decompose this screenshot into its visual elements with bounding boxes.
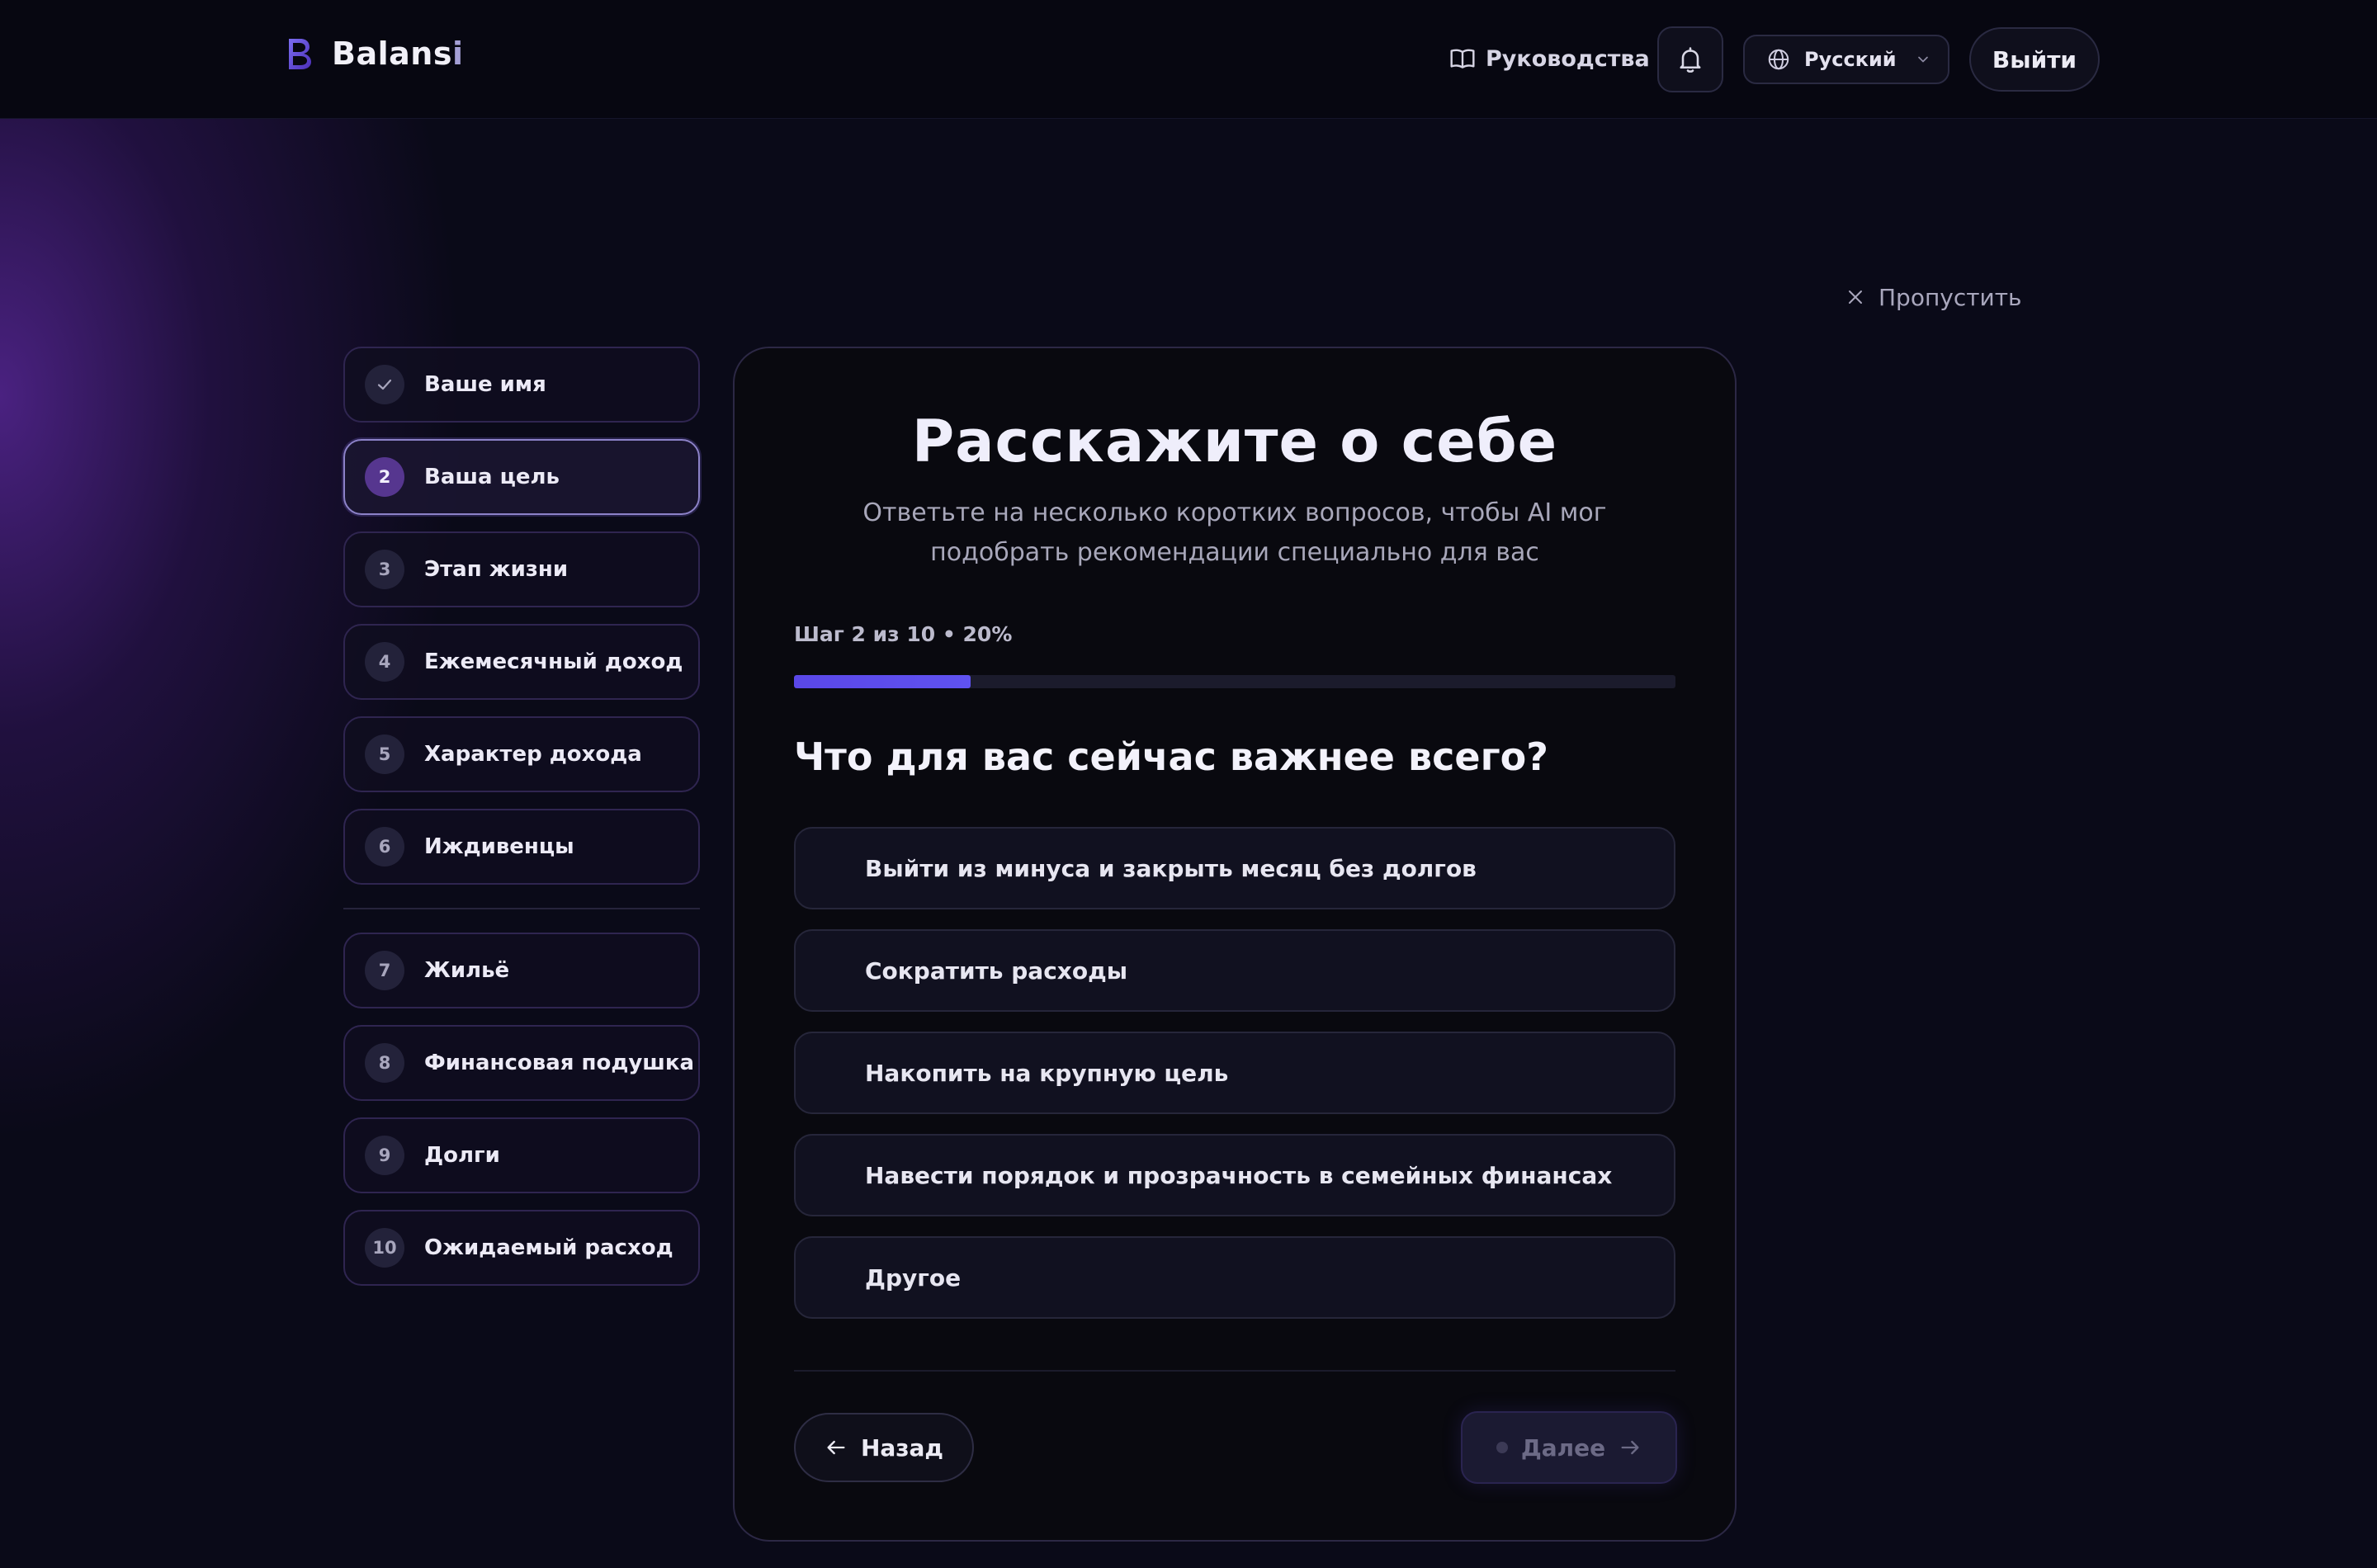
step-item-life-stage[interactable]: 3 Этап жизни xyxy=(343,531,700,607)
step-item-debts[interactable]: 9 Долги xyxy=(343,1117,700,1193)
steps-divider xyxy=(343,908,700,909)
guides-label: Руководства xyxy=(1486,45,1650,72)
step-item-expected-expense[interactable]: 10 Ожидаемый расход xyxy=(343,1210,700,1286)
loading-dot-icon xyxy=(1496,1442,1508,1453)
step-label: Ваше имя xyxy=(424,372,546,397)
brand-logo[interactable]: Balansi xyxy=(286,33,463,74)
answer-option[interactable]: Выйти из минуса и закрыть месяц без долг… xyxy=(794,827,1675,909)
step-item-name[interactable]: Ваше имя xyxy=(343,347,700,423)
step-label: Ожидаемый расход xyxy=(424,1235,673,1260)
back-label: Назад xyxy=(860,1433,944,1462)
answer-option[interactable]: Сократить расходы xyxy=(794,929,1675,1012)
bell-icon xyxy=(1680,47,1701,73)
arrow-left-icon xyxy=(827,1440,845,1455)
language-label: Русский xyxy=(1804,48,1897,71)
step-number: 2 xyxy=(365,457,404,497)
progress-label: Шаг 2 из 10 • 20% xyxy=(794,622,1013,646)
brand-name: Balansi xyxy=(332,35,464,72)
logout-button[interactable]: Выйти xyxy=(1969,27,2100,92)
step-number: 10 xyxy=(365,1228,404,1268)
answer-option[interactable]: Накопить на крупную цель xyxy=(794,1032,1675,1114)
step-number: 7 xyxy=(365,951,404,990)
next-label: Далее xyxy=(1520,1433,1606,1462)
progress-bar xyxy=(794,675,1675,688)
language-select[interactable]: Русский xyxy=(1743,35,1949,84)
skip-button[interactable]: Пропустить xyxy=(1845,279,2022,315)
step-label: Ваша цель xyxy=(424,465,560,489)
guides-link[interactable]: Руководства xyxy=(1449,38,1650,79)
step-label: Иждивенцы xyxy=(424,834,574,859)
step-number: 4 xyxy=(365,642,404,682)
skip-label: Пропустить xyxy=(1878,283,2022,311)
step-item-dependents[interactable]: 6 Иждивенцы xyxy=(343,809,700,885)
onboarding-card: Расскажите о себе Ответьте на несколько … xyxy=(733,347,1737,1542)
top-bar: Balansi Руководства Русский Выйти xyxy=(0,0,2377,119)
card-divider xyxy=(794,1370,1675,1372)
step-item-cushion[interactable]: 8 Финансовая подушка xyxy=(343,1025,700,1101)
step-number: 5 xyxy=(365,734,404,774)
check-icon xyxy=(365,365,404,404)
step-label: Этап жизни xyxy=(424,557,569,582)
next-button[interactable]: Далее xyxy=(1461,1411,1677,1484)
progress-fill xyxy=(794,675,971,688)
chevron-down-icon xyxy=(1917,56,1928,63)
notifications-button[interactable] xyxy=(1657,26,1723,92)
book-icon xyxy=(1450,49,1475,68)
step-label: Жильё xyxy=(424,958,510,983)
page-subtitle: Ответьте на несколько коротких вопросов,… xyxy=(862,498,1607,567)
step-number: 9 xyxy=(365,1136,404,1175)
globe-icon xyxy=(1768,49,1789,70)
step-number: 6 xyxy=(365,827,404,867)
arrow-right-icon xyxy=(1621,1440,1639,1455)
step-number: 8 xyxy=(365,1043,404,1083)
brand-mark-icon xyxy=(286,35,314,72)
step-label: Долги xyxy=(424,1143,500,1168)
step-label: Финансовая подушка xyxy=(424,1051,695,1075)
close-icon xyxy=(1849,290,1862,304)
answer-option[interactable]: Навести порядок и прозрачность в семейны… xyxy=(794,1134,1675,1216)
step-label: Характер дохода xyxy=(424,742,642,767)
page-title: Расскажите о себе xyxy=(911,408,1558,475)
question-title: Что для вас сейчас важнее всего? xyxy=(794,734,1548,779)
step-item-housing[interactable]: 7 Жильё xyxy=(343,933,700,1008)
step-item-goal[interactable]: 2 Ваша цель xyxy=(343,439,700,515)
step-item-monthly-income[interactable]: 4 Ежемесячный доход xyxy=(343,624,700,700)
answer-option[interactable]: Другое xyxy=(794,1236,1675,1319)
step-item-income-type[interactable]: 5 Характер дохода xyxy=(343,716,700,792)
step-number: 3 xyxy=(365,550,404,589)
step-label: Ежемесячный доход xyxy=(424,649,683,674)
back-button[interactable]: Назад xyxy=(794,1413,974,1482)
